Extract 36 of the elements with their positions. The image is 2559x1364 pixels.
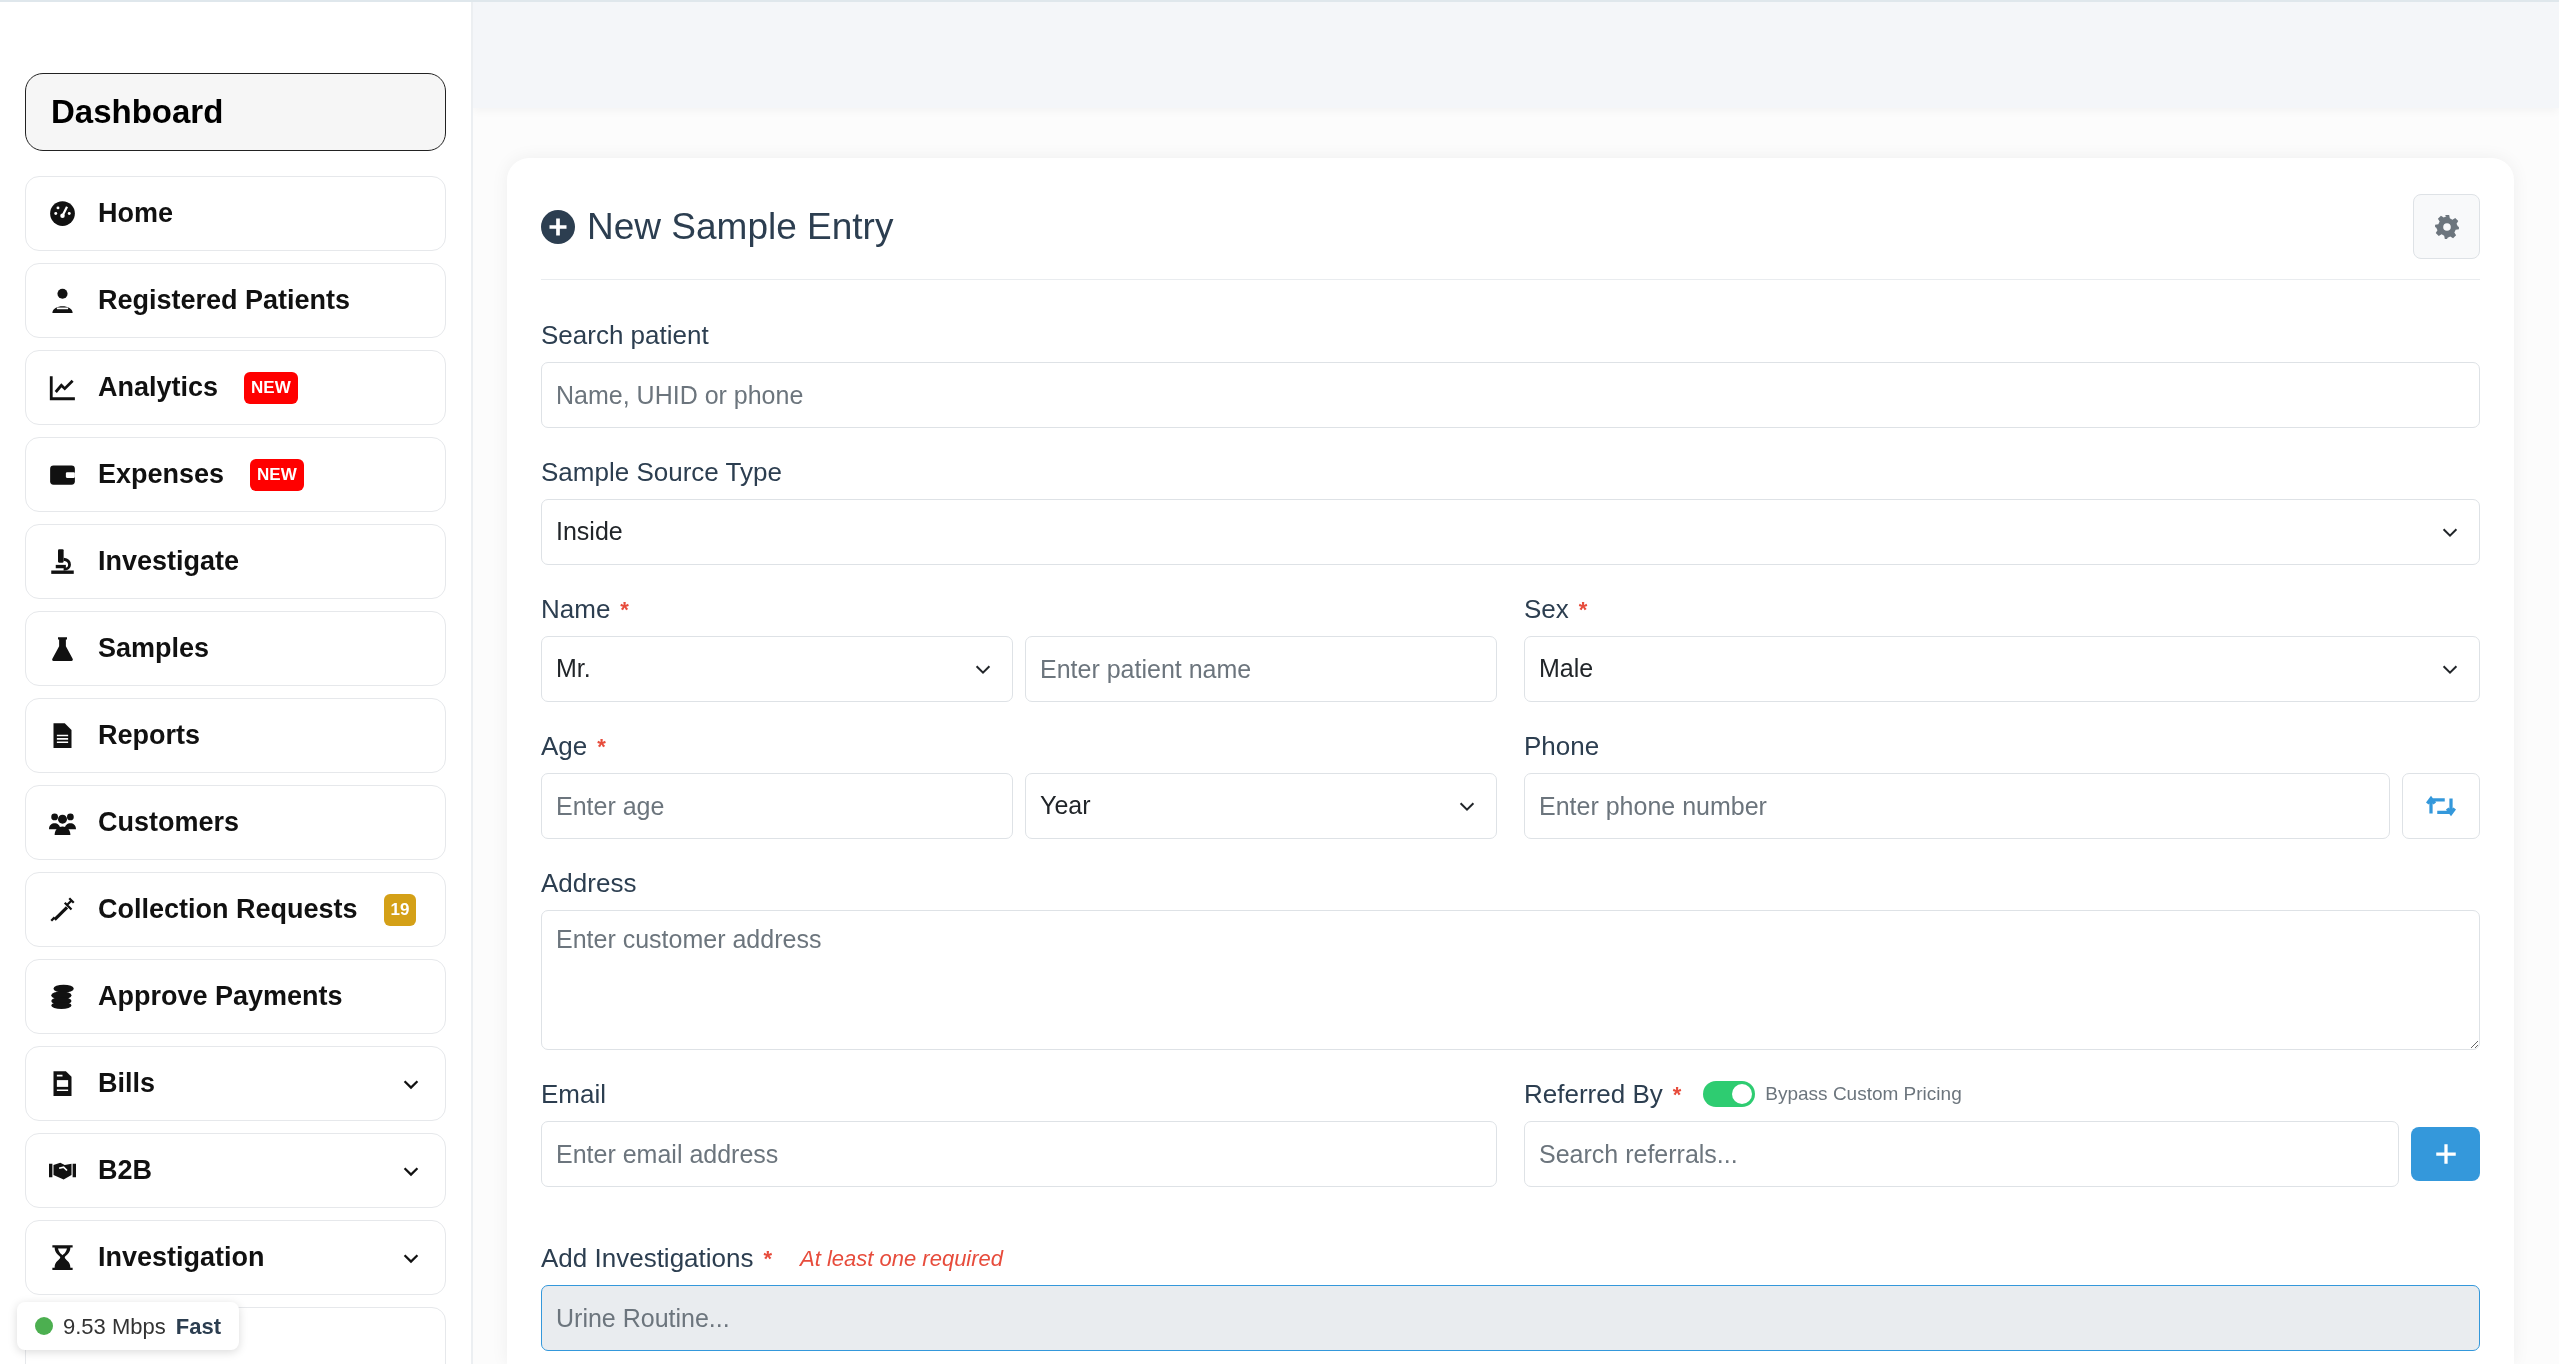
required-asterisk: * <box>597 732 606 761</box>
field-label: Phone <box>1524 729 1600 763</box>
sidebar-item-label: Analytics <box>98 371 219 405</box>
field-label: Age <box>541 729 588 763</box>
sidebar-item-label: Home <box>98 197 173 231</box>
network-speed: 9.53 Mbps <box>63 1312 166 1341</box>
required-asterisk: * <box>1578 595 1588 624</box>
field-label: Add Investigations <box>541 1241 754 1275</box>
field-label: Sex <box>1524 592 1569 626</box>
network-quality: Fast <box>175 1312 221 1341</box>
sidebar-item-label: Registered Patients <box>98 284 351 318</box>
field-label: Search patient <box>541 318 709 352</box>
form-title: New Sample Entry <box>587 204 894 249</box>
sidebar-item-label: Samples <box>98 632 210 666</box>
field-label: Sample Source Type <box>541 455 782 489</box>
required-asterisk: * <box>763 1244 773 1273</box>
toggle-label: Bypass Custom Pricing <box>1765 1081 1962 1106</box>
sidebar-item-label: Customers <box>98 806 240 840</box>
field-label: Referred By <box>1524 1077 1663 1111</box>
validation-hint: At least one required <box>800 1244 1004 1273</box>
sidebar-item-label: Expenses <box>98 458 225 492</box>
field-label: Name <box>541 592 611 626</box>
required-asterisk: * <box>1672 1080 1682 1109</box>
sidebar-badge: NEW <box>250 458 304 491</box>
sidebar-item-label: Bills <box>98 1067 156 1101</box>
sidebar-item-label: Approve Payments <box>98 980 343 1014</box>
sidebar-item-label: Investigation <box>98 1241 265 1275</box>
sidebar-item-label: Reports <box>98 719 200 753</box>
sidebar-badge: NEW <box>244 371 298 404</box>
field-label: Email <box>541 1077 606 1111</box>
sidebar-item-label: Collection Requests <box>98 893 358 927</box>
required-asterisk: * <box>620 595 629 624</box>
sidebar-item-label: B2B <box>98 1154 152 1188</box>
field-label: Address <box>541 866 637 900</box>
sidebar-badge: 19 <box>383 893 417 926</box>
sidebar-item-label: Investigate <box>98 545 240 579</box>
